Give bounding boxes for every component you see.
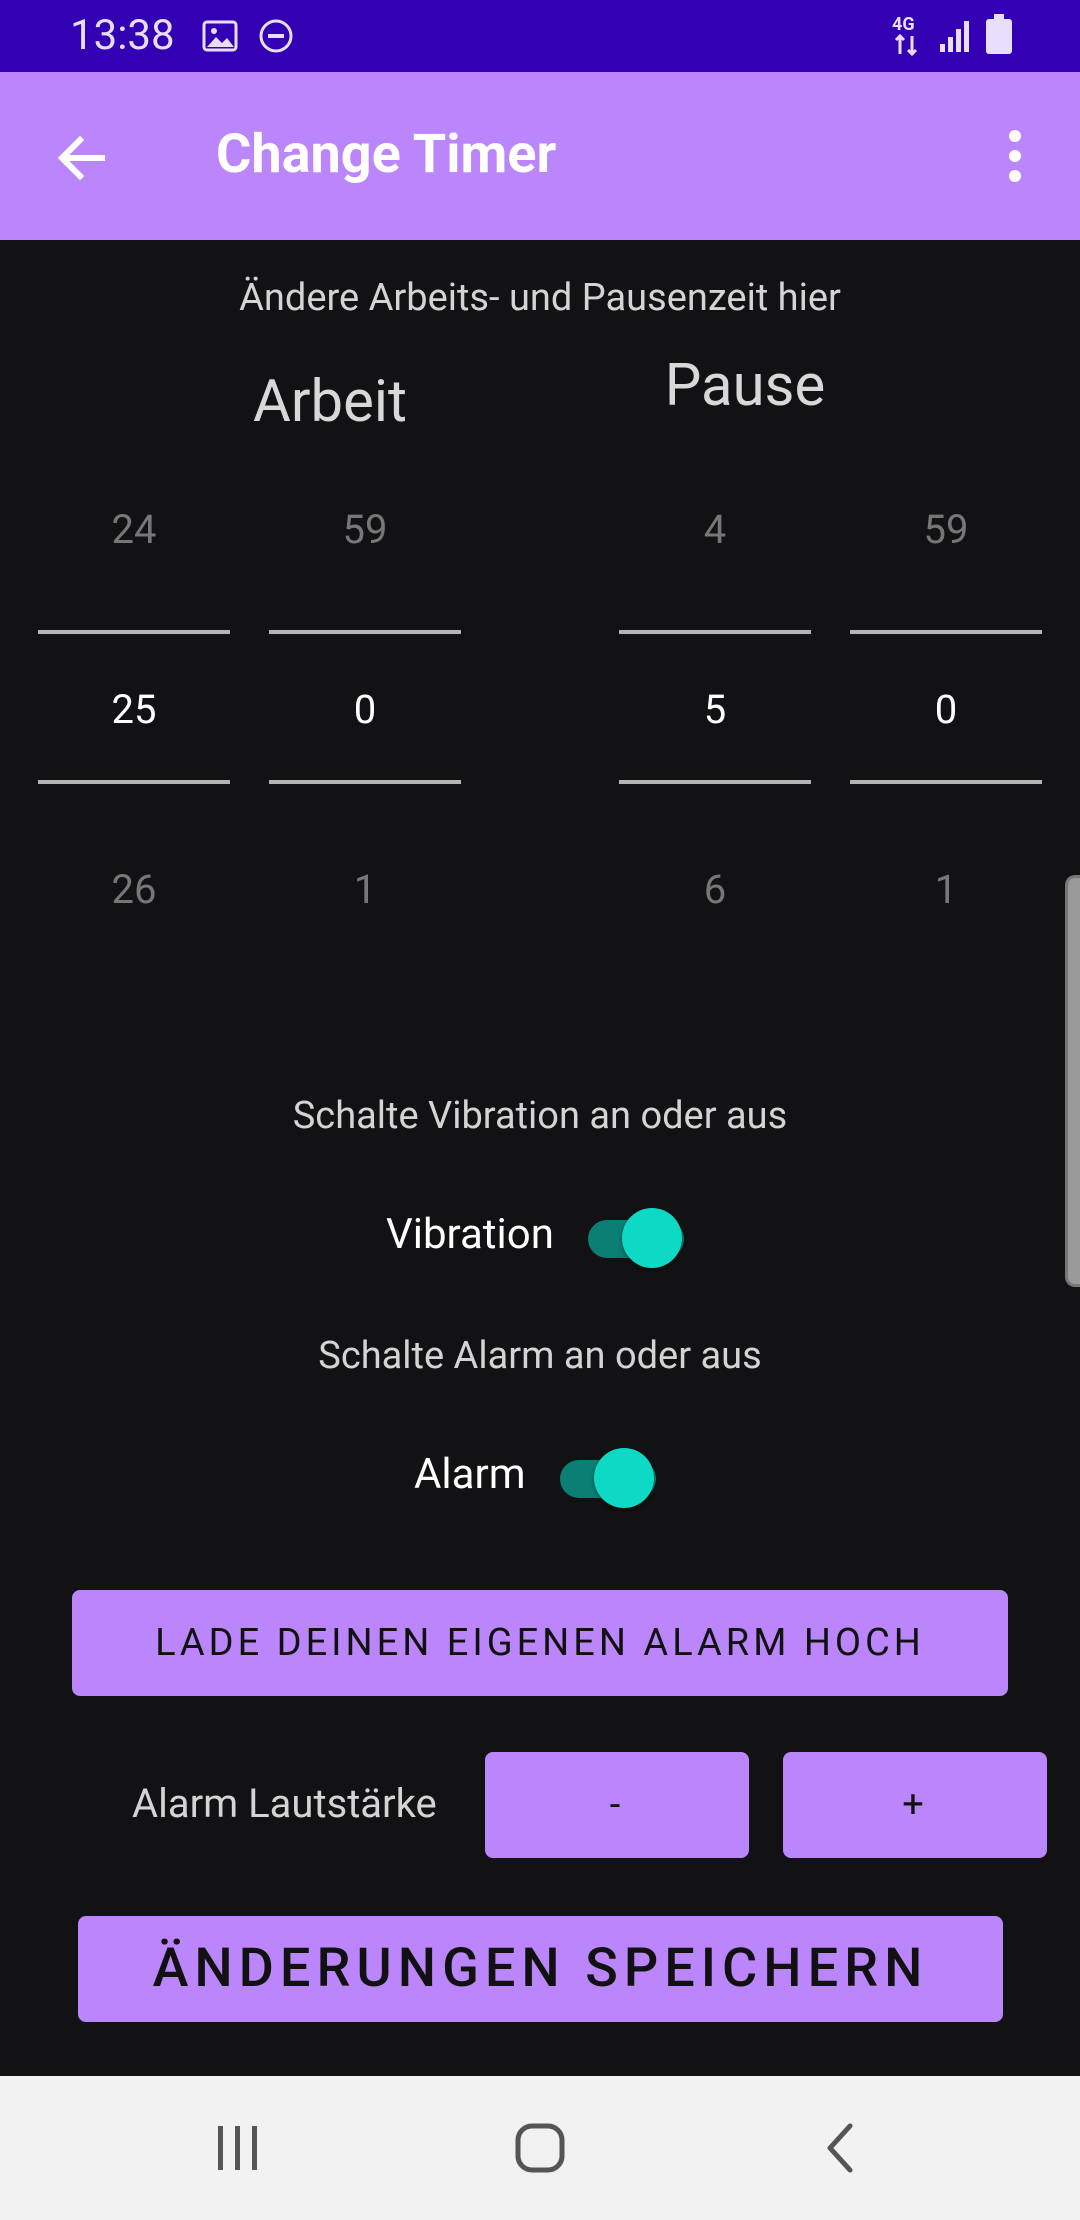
switch-thumb — [622, 1208, 682, 1268]
more-vert-icon[interactable] — [990, 124, 1040, 188]
volume-up-button[interactable]: + — [783, 1752, 1047, 1858]
arrow-back-icon[interactable] — [50, 126, 114, 190]
picker-divider — [269, 630, 461, 634]
picker-prev-value[interactable]: 59 — [850, 505, 1042, 555]
signal-icon — [938, 18, 972, 58]
upload-alarm-button[interactable]: LADE DEINEN EIGENEN ALARM HOCH — [72, 1590, 1008, 1696]
picker-divider — [850, 780, 1042, 784]
back-icon[interactable] — [810, 2116, 874, 2180]
page-title: Change Timer — [216, 123, 557, 186]
network-label: 4G — [892, 14, 915, 35]
alarm-label: Alarm — [414, 1450, 526, 1499]
do-not-disturb-icon — [258, 18, 294, 58]
picker-divider — [38, 630, 230, 634]
picker-current-value[interactable]: 5 — [619, 685, 811, 735]
picker-next-value[interactable]: 1 — [269, 865, 461, 915]
work-seconds-picker[interactable]: 59 0 1 — [269, 490, 461, 913]
picker-current-value[interactable]: 0 — [850, 685, 1042, 735]
alarm-hint: Schalte Alarm an oder aus — [318, 1334, 762, 1378]
status-time: 13:38 — [70, 11, 175, 60]
picker-divider — [619, 630, 811, 634]
status-bar: 13:38 4G — [0, 0, 1080, 72]
volume-down-button[interactable]: - — [485, 1752, 749, 1858]
picker-prev-value[interactable]: 59 — [269, 505, 461, 555]
picker-next-value[interactable]: 1 — [850, 865, 1042, 915]
vibration-row: Vibration — [386, 1198, 686, 1278]
recents-icon[interactable] — [206, 2116, 270, 2180]
picker-next-value[interactable]: 6 — [619, 865, 811, 915]
picker-next-value[interactable]: 26 — [38, 865, 230, 915]
alarm-row: Alarm — [414, 1438, 674, 1518]
switch-thumb — [594, 1448, 654, 1508]
picker-prev-value[interactable]: 4 — [619, 505, 811, 555]
vibration-switch[interactable] — [586, 1198, 686, 1278]
battery-icon — [984, 14, 1014, 60]
app-bar: Change Timer — [0, 72, 1080, 240]
picker-divider — [38, 780, 230, 784]
picker-prev-value[interactable]: 24 — [38, 505, 230, 555]
work-title: Arbeit — [253, 368, 407, 436]
timer-hint: Ändere Arbeits- und Pausenzeit hier — [239, 276, 841, 320]
scrollbar[interactable] — [1065, 875, 1080, 1287]
picker-divider — [619, 780, 811, 784]
picker-divider — [850, 630, 1042, 634]
alarm-volume-label: Alarm Lautstärke — [132, 1780, 437, 1827]
image-icon — [202, 18, 238, 58]
pause-title: Pause — [664, 352, 826, 420]
vibration-hint: Schalte Vibration an oder aus — [292, 1094, 788, 1138]
picker-current-value[interactable]: 0 — [269, 685, 461, 735]
pause-seconds-picker[interactable]: 59 0 1 — [850, 490, 1042, 913]
pause-minutes-picker[interactable]: 4 5 6 — [619, 490, 811, 913]
home-icon[interactable] — [508, 2116, 572, 2180]
navigation-bar — [0, 2076, 1080, 2220]
picker-current-value[interactable]: 25 — [38, 685, 230, 735]
network-4g-icon: 4G — [892, 14, 926, 58]
alarm-switch[interactable] — [558, 1438, 658, 1518]
work-minutes-picker[interactable]: 24 25 26 — [38, 490, 230, 913]
vibration-label: Vibration — [386, 1210, 554, 1259]
save-changes-button[interactable]: ÄNDERUNGEN SPEICHERN — [78, 1916, 1003, 2022]
picker-divider — [269, 780, 461, 784]
